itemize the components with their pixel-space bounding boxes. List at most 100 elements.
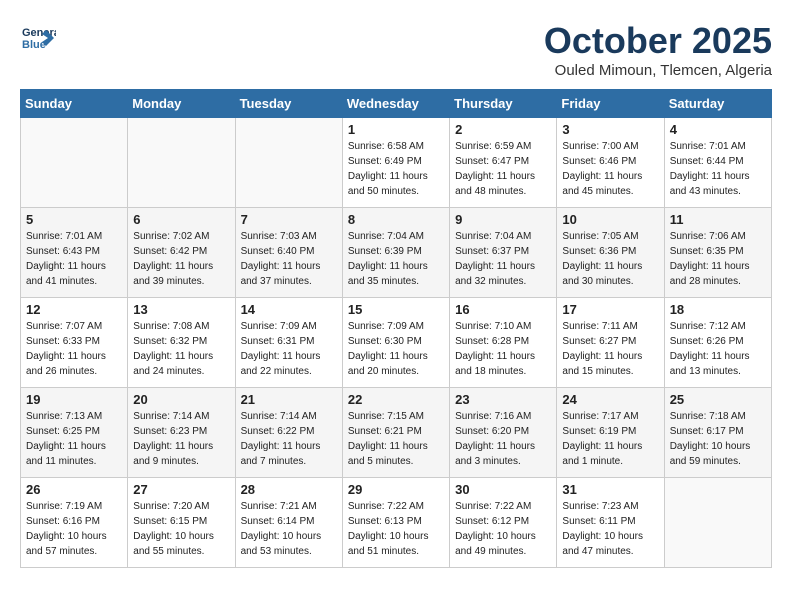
day-info: Sunrise: 7:08 AM Sunset: 6:32 PM Dayligh…	[133, 319, 229, 379]
calendar-cell: 1 Sunrise: 6:58 AM Sunset: 6:49 PM Daylig…	[342, 118, 449, 208]
day-number: 17	[562, 302, 658, 317]
day-number: 29	[348, 482, 444, 497]
day-number: 22	[348, 392, 444, 407]
day-of-week-header: Tuesday	[235, 90, 342, 118]
day-number: 13	[133, 302, 229, 317]
calendar-header-row: SundayMondayTuesdayWednesdayThursdayFrid…	[21, 90, 772, 118]
calendar-cell: 24 Sunrise: 7:17 AM Sunset: 6:19 PM Dayli…	[557, 388, 664, 478]
svg-text:Blue: Blue	[22, 39, 46, 51]
day-info: Sunrise: 7:10 AM Sunset: 6:28 PM Dayligh…	[455, 319, 551, 379]
day-info: Sunrise: 7:22 AM Sunset: 6:12 PM Dayligh…	[455, 499, 551, 559]
calendar-cell	[235, 118, 342, 208]
calendar-cell	[664, 478, 771, 568]
calendar-cell: 20 Sunrise: 7:14 AM Sunset: 6:23 PM Dayli…	[128, 388, 235, 478]
calendar-week-row: 5Sunrise: 7:01 AM Sunset: 6:43 PM Daylig…	[21, 208, 772, 298]
calendar-cell: 29Sunrise: 7:22 AM Sunset: 6:13 PM Dayli…	[342, 478, 449, 568]
calendar-cell: 15Sunrise: 7:09 AM Sunset: 6:30 PM Dayli…	[342, 298, 449, 388]
calendar-cell: 16 Sunrise: 7:10 AM Sunset: 6:28 PM Dayli…	[450, 298, 557, 388]
day-number: 23	[455, 392, 551, 407]
day-number: 27	[133, 482, 229, 497]
calendar-cell: 25 Sunrise: 7:18 AM Sunset: 6:17 PM Dayli…	[664, 388, 771, 478]
calendar-cell: 7 Sunrise: 7:03 AM Sunset: 6:40 PM Daylig…	[235, 208, 342, 298]
day-number: 24	[562, 392, 658, 407]
day-info: Sunrise: 7:06 AM Sunset: 6:35 PM Dayligh…	[670, 229, 766, 289]
calendar-cell: 28Sunrise: 7:21 AM Sunset: 6:14 PM Dayli…	[235, 478, 342, 568]
calendar-cell: 6 Sunrise: 7:02 AM Sunset: 6:42 PM Daylig…	[128, 208, 235, 298]
calendar-cell	[21, 118, 128, 208]
day-info: Sunrise: 7:23 AM Sunset: 6:11 PM Dayligh…	[562, 499, 658, 559]
day-info: Sunrise: 7:11 AM Sunset: 6:27 PM Dayligh…	[562, 319, 658, 379]
day-number: 30	[455, 482, 551, 497]
day-number: 11	[670, 212, 766, 227]
calendar-cell: 26Sunrise: 7:19 AM Sunset: 6:16 PM Dayli…	[21, 478, 128, 568]
calendar-cell: 10 Sunrise: 7:05 AM Sunset: 6:36 PM Dayli…	[557, 208, 664, 298]
calendar-week-row: 26Sunrise: 7:19 AM Sunset: 6:16 PM Dayli…	[21, 478, 772, 568]
day-info: Sunrise: 7:02 AM Sunset: 6:42 PM Dayligh…	[133, 229, 229, 289]
day-info: Sunrise: 7:00 AM Sunset: 6:46 PM Dayligh…	[562, 139, 658, 199]
page-header: General Blue October 2025 Ouled Mimoun, …	[20, 20, 772, 79]
calendar-cell: 3 Sunrise: 7:00 AM Sunset: 6:46 PM Daylig…	[557, 118, 664, 208]
day-info: Sunrise: 7:05 AM Sunset: 6:36 PM Dayligh…	[562, 229, 658, 289]
calendar-cell: 12 Sunrise: 7:07 AM Sunset: 6:33 PM Dayli…	[21, 298, 128, 388]
day-info: Sunrise: 7:04 AM Sunset: 6:37 PM Dayligh…	[455, 229, 551, 289]
calendar-cell: 23 Sunrise: 7:16 AM Sunset: 6:20 PM Dayli…	[450, 388, 557, 478]
calendar-cell: 18Sunrise: 7:12 AM Sunset: 6:26 PM Dayli…	[664, 298, 771, 388]
day-info: Sunrise: 6:58 AM Sunset: 6:49 PM Dayligh…	[348, 139, 444, 199]
day-info: Sunrise: 7:20 AM Sunset: 6:15 PM Dayligh…	[133, 499, 229, 559]
calendar-week-row: 1 Sunrise: 6:58 AM Sunset: 6:49 PM Daylig…	[21, 118, 772, 208]
calendar-cell: 31Sunrise: 7:23 AM Sunset: 6:11 PM Dayli…	[557, 478, 664, 568]
day-number: 28	[241, 482, 337, 497]
day-info: Sunrise: 7:13 AM Sunset: 6:25 PM Dayligh…	[26, 409, 122, 469]
calendar-cell: 21Sunrise: 7:14 AM Sunset: 6:22 PM Dayli…	[235, 388, 342, 478]
day-number: 9	[455, 212, 551, 227]
day-number: 7	[241, 212, 337, 227]
day-of-week-header: Wednesday	[342, 90, 449, 118]
month-title: October 2025	[544, 20, 772, 62]
day-info: Sunrise: 7:16 AM Sunset: 6:20 PM Dayligh…	[455, 409, 551, 469]
day-number: 25	[670, 392, 766, 407]
day-of-week-header: Monday	[128, 90, 235, 118]
day-info: Sunrise: 7:01 AM Sunset: 6:43 PM Dayligh…	[26, 229, 122, 289]
calendar-week-row: 19Sunrise: 7:13 AM Sunset: 6:25 PM Dayli…	[21, 388, 772, 478]
day-number: 16	[455, 302, 551, 317]
title-block: October 2025 Ouled Mimoun, Tlemcen, Alge…	[544, 20, 772, 79]
logo: General Blue	[20, 20, 60, 56]
day-of-week-header: Saturday	[664, 90, 771, 118]
day-info: Sunrise: 7:04 AM Sunset: 6:39 PM Dayligh…	[348, 229, 444, 289]
calendar-cell: 27 Sunrise: 7:20 AM Sunset: 6:15 PM Dayli…	[128, 478, 235, 568]
location: Ouled Mimoun, Tlemcen, Algeria	[544, 62, 772, 79]
day-info: Sunrise: 7:01 AM Sunset: 6:44 PM Dayligh…	[670, 139, 766, 199]
day-number: 6	[133, 212, 229, 227]
calendar-cell: 14 Sunrise: 7:09 AM Sunset: 6:31 PM Dayli…	[235, 298, 342, 388]
calendar-cell: 2 Sunrise: 6:59 AM Sunset: 6:47 PM Daylig…	[450, 118, 557, 208]
day-number: 14	[241, 302, 337, 317]
day-info: Sunrise: 7:09 AM Sunset: 6:31 PM Dayligh…	[241, 319, 337, 379]
day-number: 10	[562, 212, 658, 227]
day-info: Sunrise: 7:14 AM Sunset: 6:22 PM Dayligh…	[241, 409, 337, 469]
day-number: 2	[455, 122, 551, 137]
day-of-week-header: Sunday	[21, 90, 128, 118]
calendar-cell: 11 Sunrise: 7:06 AM Sunset: 6:35 PM Dayli…	[664, 208, 771, 298]
day-info: Sunrise: 7:15 AM Sunset: 6:21 PM Dayligh…	[348, 409, 444, 469]
day-info: Sunrise: 7:03 AM Sunset: 6:40 PM Dayligh…	[241, 229, 337, 289]
day-info: Sunrise: 7:18 AM Sunset: 6:17 PM Dayligh…	[670, 409, 766, 469]
calendar-cell: 8 Sunrise: 7:04 AM Sunset: 6:39 PM Daylig…	[342, 208, 449, 298]
day-info: Sunrise: 7:14 AM Sunset: 6:23 PM Dayligh…	[133, 409, 229, 469]
day-number: 8	[348, 212, 444, 227]
day-number: 12	[26, 302, 122, 317]
day-info: Sunrise: 6:59 AM Sunset: 6:47 PM Dayligh…	[455, 139, 551, 199]
calendar-week-row: 12 Sunrise: 7:07 AM Sunset: 6:33 PM Dayli…	[21, 298, 772, 388]
day-number: 4	[670, 122, 766, 137]
day-info: Sunrise: 7:17 AM Sunset: 6:19 PM Dayligh…	[562, 409, 658, 469]
day-of-week-header: Thursday	[450, 90, 557, 118]
calendar-cell: 4 Sunrise: 7:01 AM Sunset: 6:44 PM Daylig…	[664, 118, 771, 208]
day-of-week-header: Friday	[557, 90, 664, 118]
calendar-cell: 22 Sunrise: 7:15 AM Sunset: 6:21 PM Dayli…	[342, 388, 449, 478]
day-number: 1	[348, 122, 444, 137]
calendar-cell: 30 Sunrise: 7:22 AM Sunset: 6:12 PM Dayli…	[450, 478, 557, 568]
day-number: 20	[133, 392, 229, 407]
day-number: 3	[562, 122, 658, 137]
day-info: Sunrise: 7:09 AM Sunset: 6:30 PM Dayligh…	[348, 319, 444, 379]
day-info: Sunrise: 7:07 AM Sunset: 6:33 PM Dayligh…	[26, 319, 122, 379]
day-number: 18	[670, 302, 766, 317]
